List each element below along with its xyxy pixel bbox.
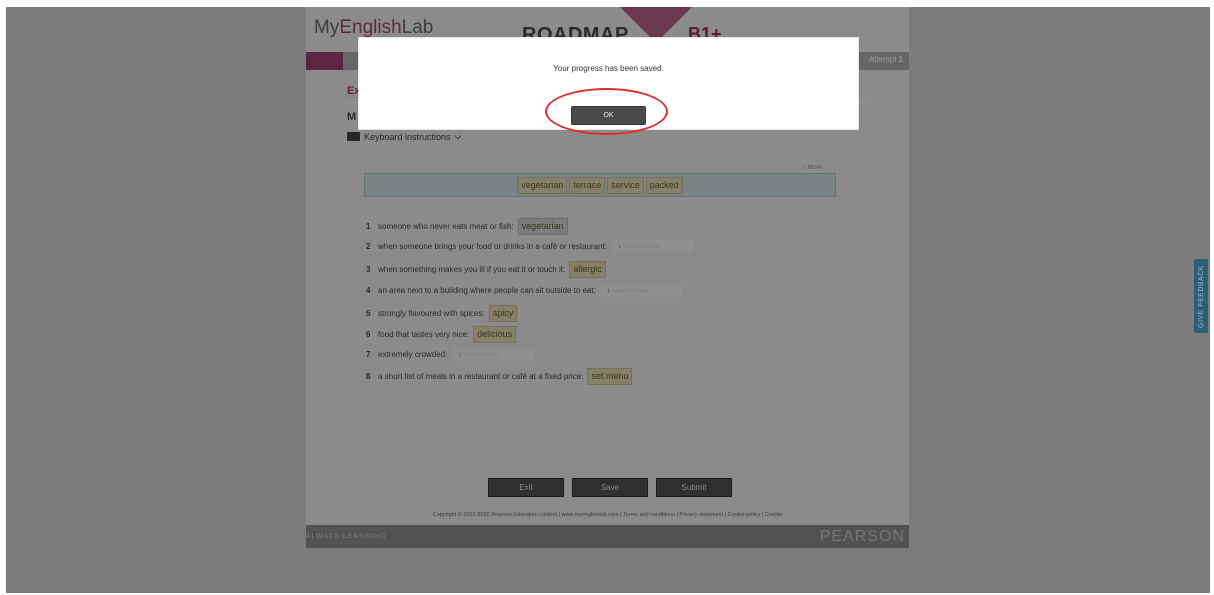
list-item: 7 extremely crowded: ↓ DRAG ITEM HERE <box>366 347 536 362</box>
word-chip[interactable]: service <box>607 176 644 194</box>
word-chip[interactable]: packed <box>645 176 683 194</box>
footer-bar: ALWAYS LEARNING PEARSON <box>306 525 909 548</box>
give-feedback-tab[interactable]: GIVE FEEDBACK <box>1194 259 1208 333</box>
move-handle[interactable]: ∷ Move <box>802 164 822 171</box>
chevron-down-icon: ⌵ <box>454 131 462 141</box>
myenglishlab-logo: MyEnglishLab <box>314 17 434 38</box>
keyboard-instructions-label: Keyboard instructions <box>364 131 451 142</box>
answer-slot[interactable]: allergic <box>569 261 606 278</box>
drop-zone[interactable]: ↓ DRAG ITEM HERE <box>611 239 696 254</box>
action-buttons: Exit Save Submit <box>488 478 732 497</box>
arrow-down-icon: ↓ <box>458 351 462 358</box>
nav-accent-block <box>306 52 343 70</box>
grip-icon: ∷ <box>802 165 806 171</box>
keyboard-instructions-toggle[interactable]: Keyboard instructions ⌵ <box>347 131 461 142</box>
exercise-instruction: M <box>347 111 357 123</box>
drop-zone[interactable]: ↓ DRAG ITEM HERE <box>451 347 536 362</box>
save-confirmation-dialog: Your progress has been saved. OK <box>358 37 859 130</box>
arrow-down-icon: ↓ <box>618 243 622 250</box>
submit-button[interactable]: Submit <box>656 478 732 497</box>
list-item: 8 a short list of meals in a restaurant … <box>366 368 633 385</box>
answer-slot[interactable]: vegetarian <box>517 218 568 235</box>
exit-button[interactable]: Exit <box>488 478 564 497</box>
pearson-logo: PEARSON <box>819 528 905 545</box>
drop-zone[interactable]: ↓ DRAG ITEM HERE <box>599 283 684 298</box>
word-chip[interactable]: vegetarian <box>517 176 568 194</box>
list-item: 3 when something makes you ill if you ea… <box>366 261 606 278</box>
list-item: 4 an area next to a building where peopl… <box>366 283 684 298</box>
keyboard-icon <box>347 132 360 141</box>
dialog-message: Your progress has been saved. <box>553 64 664 73</box>
attempt-indicator: Attempt 1 <box>868 55 903 64</box>
list-item: 5 strongly flavoured with spices: spicy <box>366 305 518 322</box>
word-bank: vegetarian terrace service packed <box>364 173 836 197</box>
answer-slot[interactable]: delicious <box>473 326 517 343</box>
save-button[interactable]: Save <box>572 478 648 497</box>
list-item: 6 food that tastes very nice: delicious <box>366 326 517 343</box>
footer-links: Copyright © 2012-2020 Pearson Education … <box>306 508 909 522</box>
arrow-down-icon: ↓ <box>606 287 611 294</box>
ok-button[interactable]: OK <box>571 106 646 125</box>
word-chip[interactable]: terrace <box>569 176 606 194</box>
footer-tagline: ALWAYS LEARNING <box>306 533 387 540</box>
answer-slot[interactable]: spicy <box>488 305 518 322</box>
answer-slot[interactable]: set menu <box>587 368 633 385</box>
list-item: 1 someone who never eats meat or fish: v… <box>366 218 568 235</box>
list-item: 2 when someone brings your food or drink… <box>366 239 696 254</box>
